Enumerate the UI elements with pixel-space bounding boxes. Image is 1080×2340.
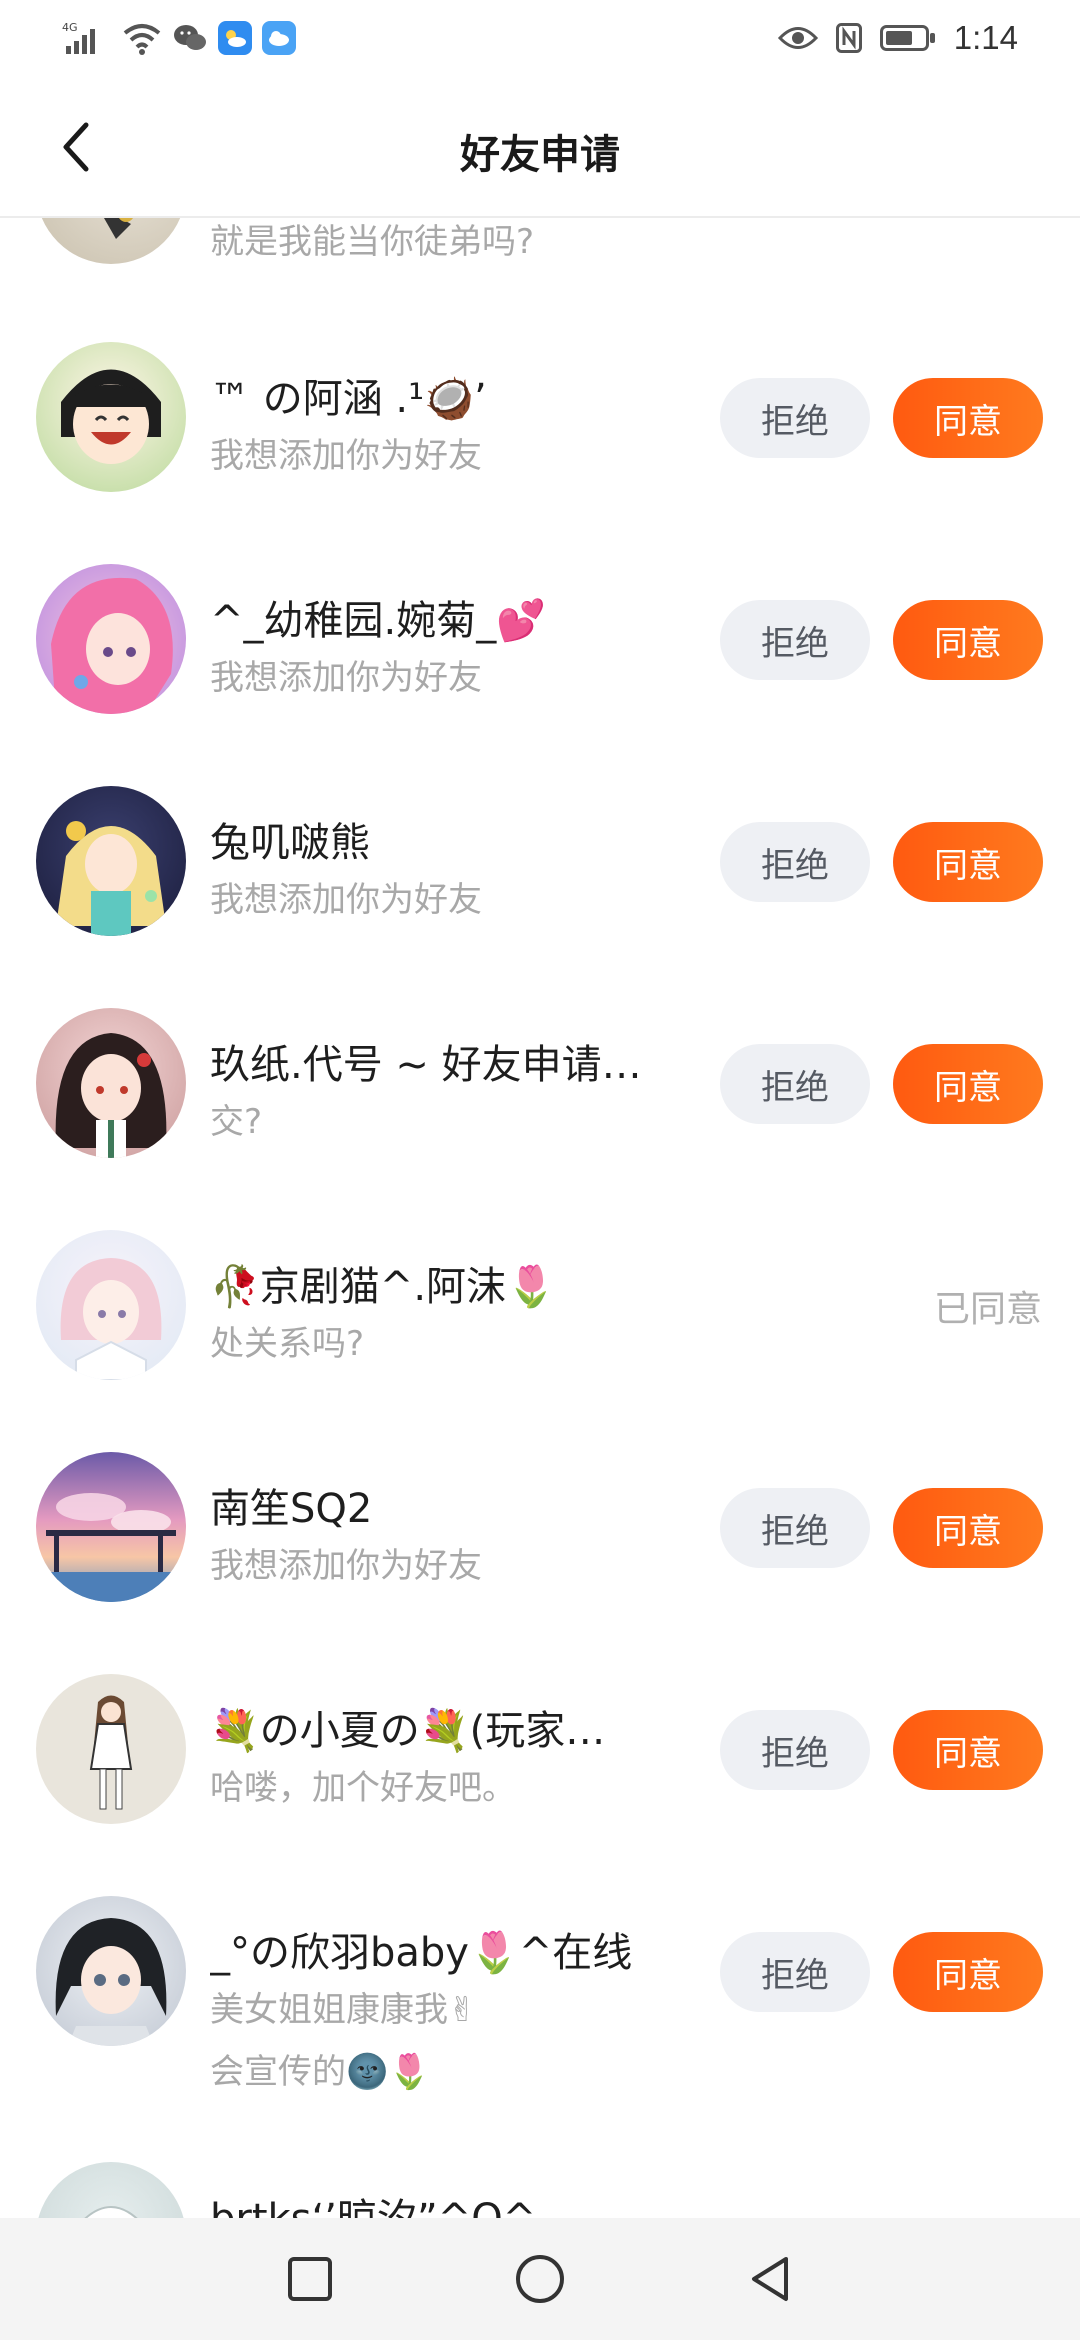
avatar[interactable] [36,1896,186,2046]
requester-name: 南笙SQ2 [210,1486,373,1532]
requester-name: 玖纸.代号 ~ 好友申请… [210,1042,642,1088]
list-item[interactable]: 玖纸.代号 ~ 好友申请… 交? 拒绝 同意 [0,884,1080,1158]
wechat-icon [174,25,206,50]
reject-button[interactable]: 拒绝 [720,1932,870,2012]
requester-name: ™ の阿涵 .¹🥥’ [210,376,487,422]
page-title: 好友申请 [460,132,620,178]
system-back-button[interactable] [730,2239,810,2319]
list-item[interactable]: 🥀京剧猫^.阿沫🌷 处关系吗? 已同意 [0,1106,1080,1380]
accept-button[interactable]: 同意 [893,1932,1043,2012]
square-recent-apps-icon [288,2257,332,2301]
friend-request-list[interactable]: 就是我能当你徒弟吗? ™ の阿涵 .¹🥥’ 我想添加你为好友 拒绝 同意 ^_幼… [0,218,1080,2218]
nfc-icon [835,23,862,53]
cloud-app-icon [262,21,296,55]
clock: 1:14 [953,19,1018,56]
system-nav-bar [0,2218,1080,2340]
circle-home-icon [516,2255,564,2303]
triangle-back-icon [752,2257,788,2301]
list-item[interactable]: 兔叽啵熊 我想添加你为好友 拒绝 同意 [0,662,1080,936]
weather-app-icon [218,21,252,55]
requester-name: 兔叽啵熊 [210,820,370,866]
requester-name: ^_幼稚园.婉菊_💕 [210,598,547,644]
list-item[interactable]: _°の欣羽baby🌷^在线 美女姐姐康康我✌ 会宣传的🌚🌷 拒绝 同意 [0,1772,1080,2092]
avatar[interactable] [36,2162,186,2218]
status-left: 4G [62,18,296,58]
list-item[interactable]: 💐の小夏の💐(玩家… 哈喽，加个好友吧。 拒绝 同意 [0,1550,1080,1824]
requester-name: 💐の小夏の💐(玩家… [210,1708,606,1754]
recent-apps-button[interactable] [270,2239,350,2319]
battery-icon [879,25,935,51]
app-header: 好友申请 [0,76,1080,218]
wifi-icon [123,24,161,55]
request-message: 美女姐姐康康我✌ [210,1990,477,2030]
requester-name: 🥀京剧猫^.阿沫🌷 [210,1264,556,1310]
home-button[interactable] [500,2239,580,2319]
agreed-status: 已同意 [933,1289,1042,1330]
list-item[interactable]: brtks‘’晾汐”^O^ [0,2038,1080,2218]
network-type-label: 4G [62,21,78,34]
signal-icon: 4G [62,21,95,54]
eye-icon [777,27,818,49]
list-item[interactable]: ™ の阿涵 .¹🥥’ 我想添加你为好友 拒绝 同意 [0,218,1080,492]
status-bar: 4G 1:14 [0,0,1080,76]
requester-name: _°の欣羽baby🌷^在线 [210,1930,633,1976]
list-item[interactable]: ^_幼稚园.婉菊_💕 我想添加你为好友 拒绝 同意 [0,440,1080,714]
requester-name: brtks‘’晾汐”^O^ [210,2186,536,2218]
list-item[interactable]: 南笙SQ2 我想添加你为好友 拒绝 同意 [0,1328,1080,1602]
status-right: 1:14 [777,18,1018,58]
